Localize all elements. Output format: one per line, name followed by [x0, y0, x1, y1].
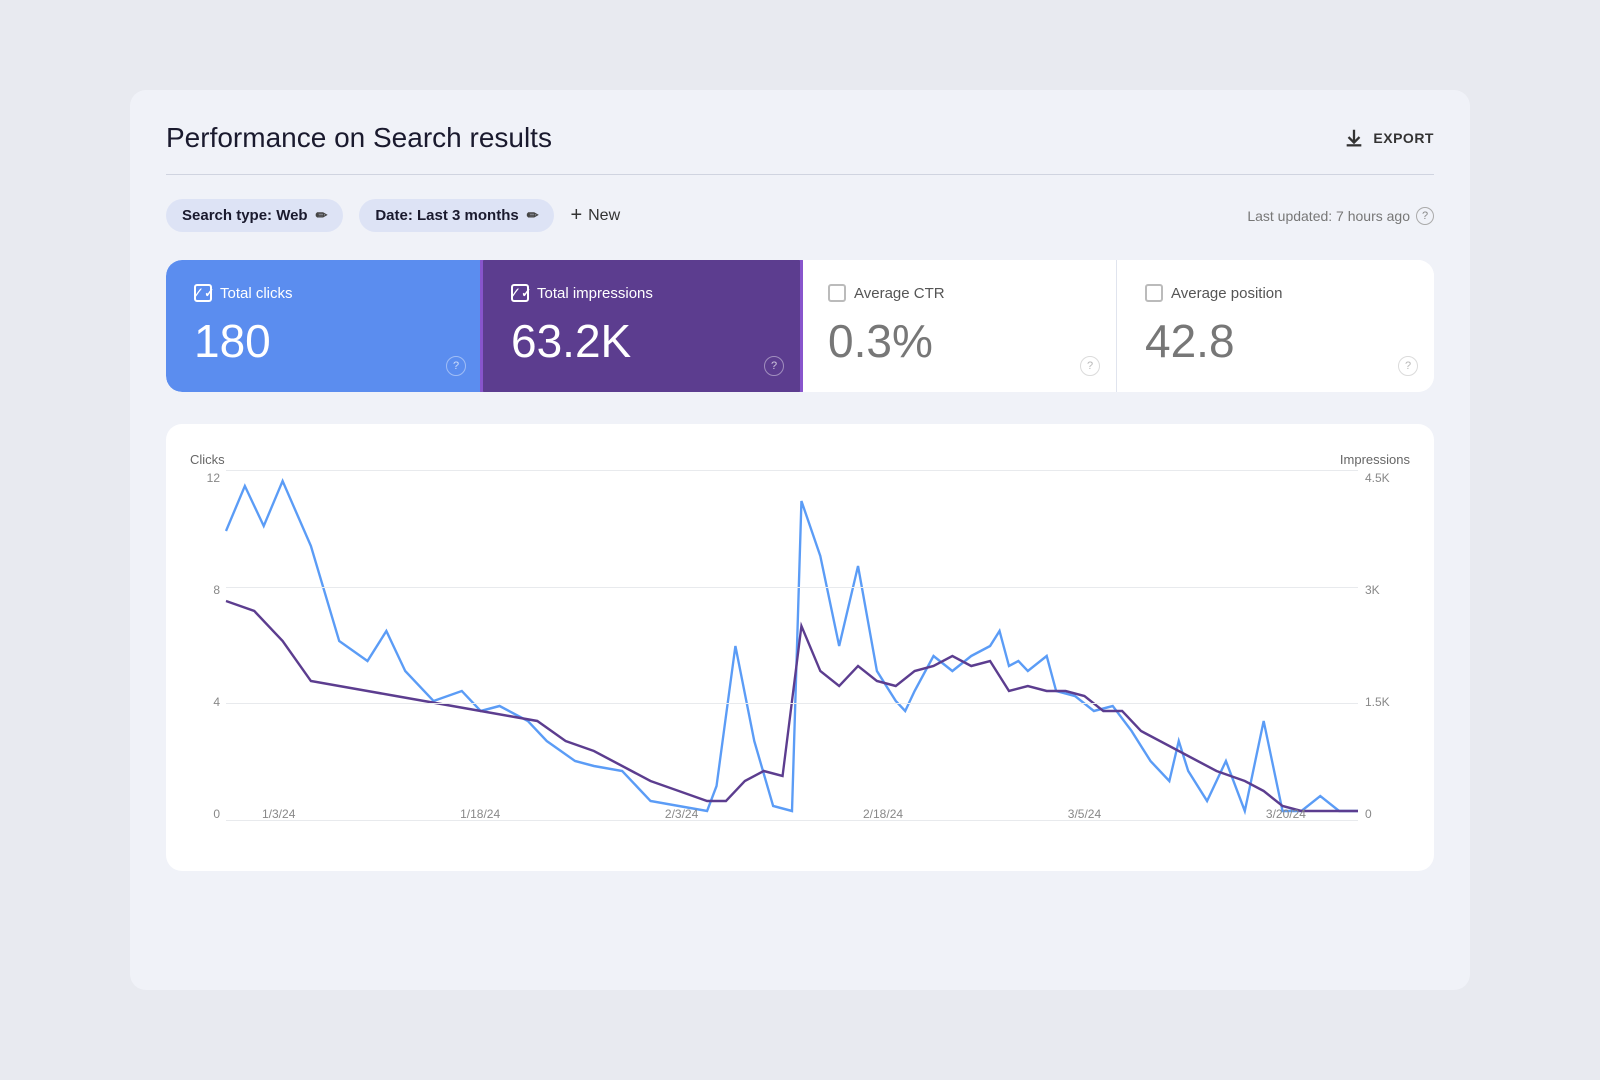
total-clicks-label: Total clicks — [220, 285, 293, 302]
metrics-row: ✓ Total clicks 180 ? ✓ Total impressions… — [166, 260, 1434, 392]
total-impressions-value: 63.2K — [511, 318, 772, 364]
export-button[interactable]: EXPORT — [1343, 127, 1434, 149]
date-filter[interactable]: Date: Last 3 months ✏ — [359, 199, 554, 232]
plus-icon: + — [570, 204, 582, 227]
main-card: Performance on Search results EXPORT Sea… — [130, 90, 1470, 990]
page-header: Performance on Search results EXPORT — [166, 122, 1434, 175]
total-clicks-help-icon[interactable]: ? — [446, 356, 466, 376]
y-axis-right: 0 1.5K 3K 4.5K — [1365, 471, 1410, 821]
average-position-value: 42.8 — [1145, 318, 1406, 364]
last-updated-help-icon[interactable]: ? — [1416, 207, 1434, 225]
search-type-filter[interactable]: Search type: Web ✏ — [166, 199, 343, 232]
average-ctr-value: 0.3% — [828, 318, 1088, 364]
average-position-card[interactable]: Average position 42.8 ? — [1117, 260, 1434, 392]
total-clicks-checkbox[interactable]: ✓ — [194, 284, 212, 302]
total-impressions-help-icon[interactable]: ? — [764, 356, 784, 376]
chart-svg — [226, 471, 1358, 821]
export-icon — [1343, 127, 1365, 149]
average-ctr-card[interactable]: Average CTR 0.3% ? — [800, 260, 1117, 392]
last-updated: Last updated: 7 hours ago ? — [1247, 207, 1434, 225]
total-impressions-card[interactable]: ✓ Total impressions 63.2K ? — [480, 260, 803, 392]
page-title: Performance on Search results — [166, 122, 552, 154]
search-type-edit-icon: ✏ — [316, 207, 328, 224]
average-ctr-label: Average CTR — [854, 285, 945, 302]
total-clicks-card[interactable]: ✓ Total clicks 180 ? — [166, 260, 483, 392]
date-edit-icon: ✏ — [527, 207, 539, 224]
y-axis-left: 0 4 8 12 — [190, 471, 220, 821]
left-axis-label: Clicks — [190, 452, 225, 467]
chart-container: Clicks Impressions 0 4 8 12 0 1.5K 3K 4.… — [166, 424, 1434, 871]
average-ctr-help-icon[interactable]: ? — [1080, 356, 1100, 376]
total-impressions-checkbox[interactable]: ✓ — [511, 284, 529, 302]
chart-plot: 1/3/24 1/18/24 2/3/24 2/18/24 3/5/24 3/2… — [226, 471, 1358, 821]
new-filter-button[interactable]: + New — [570, 204, 620, 227]
filters-row: Search type: Web ✏ Date: Last 3 months ✏… — [166, 199, 1434, 232]
x-axis-labels: 1/3/24 1/18/24 2/3/24 2/18/24 3/5/24 3/2… — [262, 807, 1306, 821]
right-axis-label: Impressions — [1340, 452, 1410, 467]
chart-area: 0 4 8 12 0 1.5K 3K 4.5K — [190, 471, 1410, 851]
average-position-label: Average position — [1171, 285, 1282, 302]
total-clicks-value: 180 — [194, 318, 454, 364]
total-impressions-label: Total impressions — [537, 285, 653, 302]
average-position-checkbox[interactable] — [1145, 284, 1163, 302]
average-position-help-icon[interactable]: ? — [1398, 356, 1418, 376]
average-ctr-checkbox[interactable] — [828, 284, 846, 302]
